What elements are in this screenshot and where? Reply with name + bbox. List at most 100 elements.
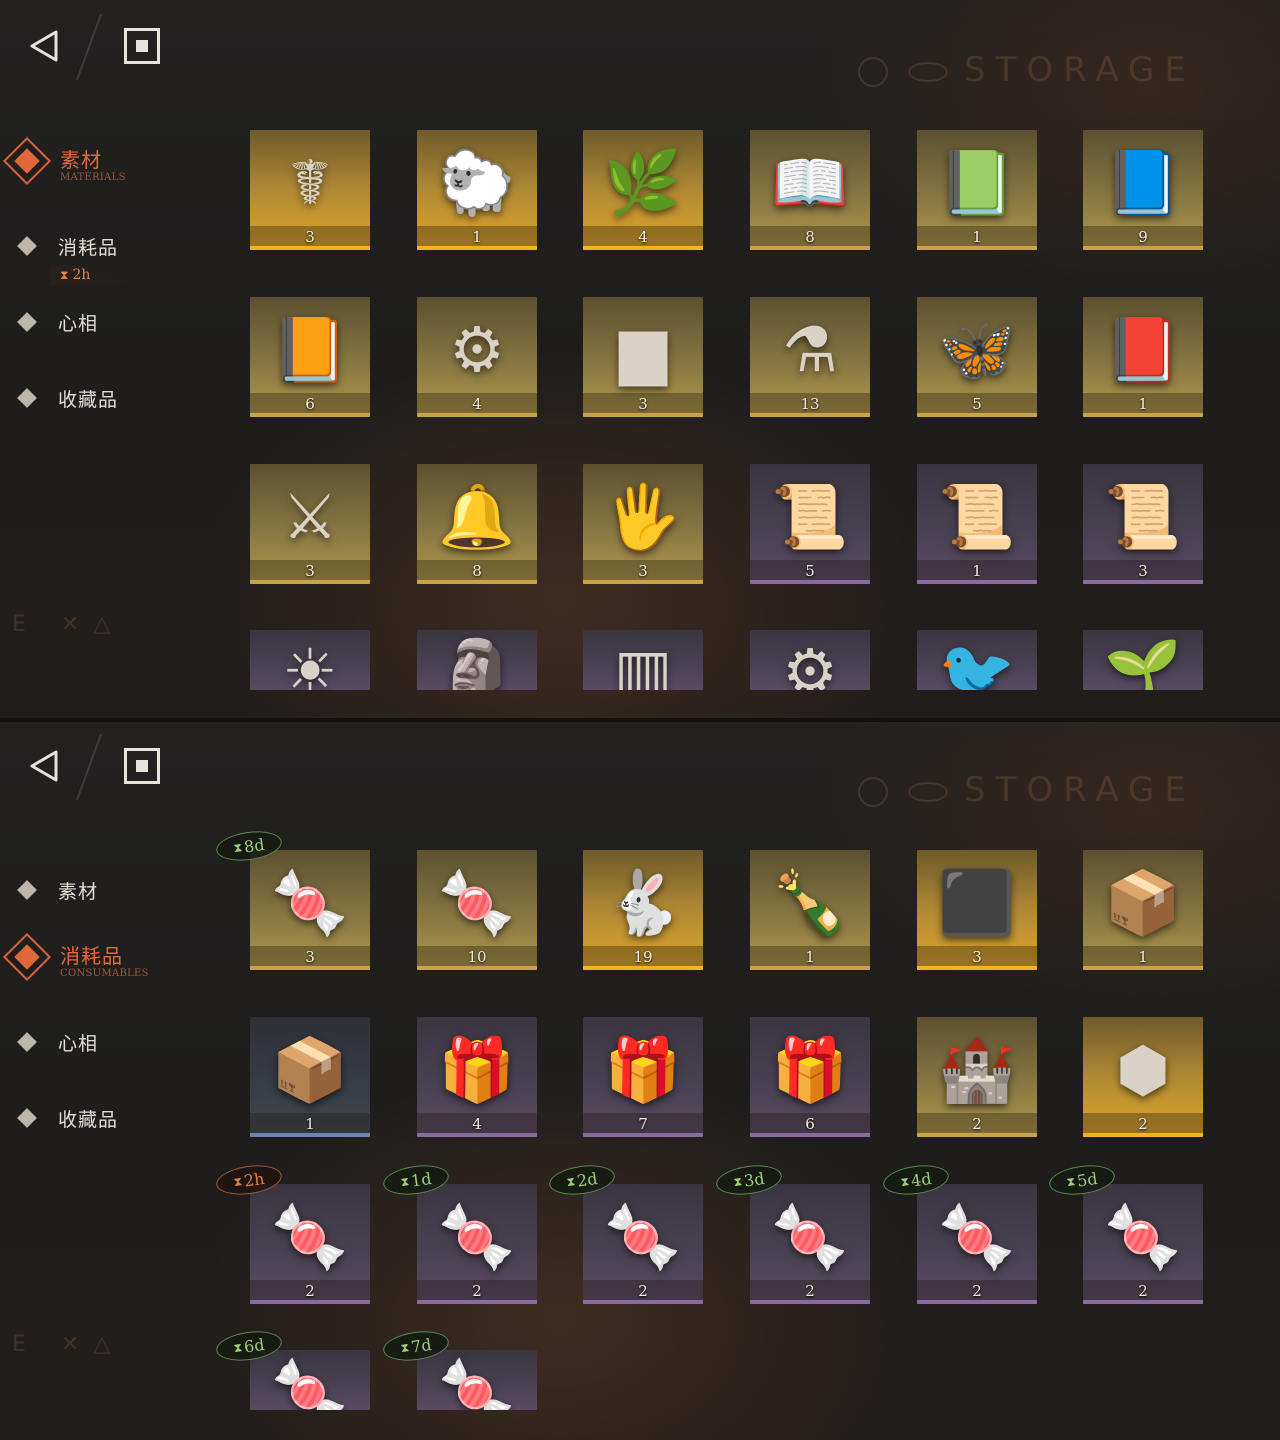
item-slot[interactable]: 📗 1 xyxy=(917,130,1037,250)
item-count: 9 xyxy=(1138,228,1148,246)
nav-tab-collection[interactable]: 收藏品 xyxy=(17,1098,118,1138)
rarity-bar xyxy=(1083,966,1203,970)
item-slot[interactable]: 🐇 19 xyxy=(583,850,703,970)
item-tile: 🐇 19 xyxy=(583,850,703,970)
item-slot[interactable]: 📖 8 xyxy=(750,130,870,250)
item-slot[interactable]: 🖐 3 xyxy=(583,464,703,584)
item-slot[interactable]: ☤ 3 xyxy=(250,130,370,250)
item-slot[interactable]: 📦 1 xyxy=(1083,850,1203,970)
item-slot[interactable]: 🌱 xyxy=(1083,630,1203,720)
book-green-gem-icon: 📗 xyxy=(938,145,1016,219)
nav-tab-consumables[interactable]: 消耗品 CONSUMABLES xyxy=(2,932,204,990)
item-slot[interactable]: 🍬 2 ⧗ 4d xyxy=(881,1161,1037,1304)
rarity-bar xyxy=(917,413,1037,417)
item-slot[interactable]: 🎁 6 xyxy=(750,1017,870,1137)
item-slot[interactable]: ⬢ 2 xyxy=(1083,1017,1203,1137)
item-slot[interactable]: 📜 3 xyxy=(1083,464,1203,584)
sun-icon xyxy=(858,56,888,87)
firefly-icon: 🦋 xyxy=(938,312,1016,386)
item-slot[interactable]: 🗿 xyxy=(417,630,537,720)
item-slot[interactable]: ▆ 3 xyxy=(583,297,703,417)
item-slot[interactable]: 🏰 2 xyxy=(917,1017,1037,1137)
nav-tab-consumables[interactable]: 消耗品 xyxy=(17,226,118,266)
item-tile: ⚗ 13 xyxy=(750,297,870,417)
category-nav: 素材 MATERIALS 消耗品 ⧗ 2h 心相 收藏品 xyxy=(0,0,230,720)
item-tile: 🍬 10 xyxy=(417,850,537,970)
nav-tab-materials[interactable]: 素材 MATERIALS xyxy=(2,136,204,194)
item-slot[interactable]: 🎁 4 xyxy=(417,1017,537,1137)
item-slot[interactable]: ☀ xyxy=(250,630,370,720)
item-slot[interactable]: 🍬 10 xyxy=(417,850,537,970)
item-slot[interactable]: ⚙ xyxy=(750,630,870,720)
astrolabe-icon: ⚙ xyxy=(449,312,505,386)
rarity-bar xyxy=(1083,580,1203,584)
candy-icon: 🍬 xyxy=(604,1199,682,1273)
item-slot[interactable]: 🐑 1 xyxy=(417,130,537,250)
item-slot[interactable]: ⚗ 13 xyxy=(750,297,870,417)
item-slot[interactable]: 🍬 2 ⧗ 2d xyxy=(547,1161,703,1304)
item-slot[interactable]: 📦 1 xyxy=(250,1017,370,1137)
item-slot[interactable]: ⚔ 3 xyxy=(250,464,370,584)
hourglass-icon: ⧗ xyxy=(1065,1173,1076,1189)
candy-icon: 🍬 xyxy=(771,1199,849,1273)
item-slot[interactable]: 📕 1 xyxy=(1083,297,1203,417)
item-slot[interactable]: 📜 1 xyxy=(917,464,1037,584)
parcel-icon: 🎁 xyxy=(604,1032,682,1106)
hourglass-icon: ⧗ xyxy=(399,1173,410,1189)
nav-tab-psychube[interactable]: 心相 xyxy=(17,302,98,342)
item-tile: 🍬 2 xyxy=(750,1184,870,1304)
expiry-timer-text: 1d xyxy=(409,1168,433,1191)
item-slot[interactable]: 🦋 5 xyxy=(917,297,1037,417)
item-slot[interactable]: 📘 9 xyxy=(1083,130,1203,250)
nav-tab-materials[interactable]: 素材 xyxy=(17,870,98,910)
item-slot[interactable]: 📜 5 xyxy=(750,464,870,584)
item-tile: ▥ xyxy=(583,630,703,690)
rarity-bar xyxy=(250,580,370,584)
scroll-red-icon: 📜 xyxy=(771,479,849,553)
item-slot[interactable]: 🍬 2 ⧗ 3d xyxy=(714,1161,870,1304)
item-slot[interactable]: 📙 6 xyxy=(250,297,370,417)
item-slot[interactable]: 🔔 8 xyxy=(417,464,537,584)
rarity-bar xyxy=(917,1300,1037,1304)
candy-icon: 🍬 xyxy=(1104,1199,1182,1273)
item-slot[interactable]: 🌿 4 xyxy=(583,130,703,250)
nav-tab-psychube[interactable]: 心相 xyxy=(17,1022,98,1062)
rarity-bar xyxy=(750,413,870,417)
item-count: 3 xyxy=(305,562,315,580)
rarity-bar xyxy=(917,580,1037,584)
candy-jar-icon: 🍬 xyxy=(271,865,349,939)
diamond-icon xyxy=(17,236,37,256)
item-count: 2 xyxy=(638,1282,648,1300)
rarity-bar xyxy=(417,580,537,584)
item-count: 1 xyxy=(472,228,482,246)
item-slot[interactable]: 🍬 ⧗ 6d xyxy=(214,1327,370,1440)
item-tile: 📦 1 xyxy=(1083,850,1203,970)
item-slot[interactable]: ⚙ 4 xyxy=(417,297,537,417)
item-tile: 📜 3 xyxy=(1083,464,1203,584)
rarity-bar xyxy=(417,1300,537,1304)
item-tile: 🍬 2 xyxy=(1083,1184,1203,1304)
item-slot[interactable]: 🍬 3 ⧗ 8d xyxy=(214,827,370,970)
item-slot[interactable]: ⬛ 3 xyxy=(917,850,1037,970)
stone-tablet-icon: 🗿 xyxy=(438,635,516,691)
expiry-timer-text: 7d xyxy=(409,1334,433,1357)
item-tile: ⚔ 3 xyxy=(250,464,370,584)
wooden-crate-icon: 📦 xyxy=(1104,865,1182,939)
item-slot[interactable]: ▥ xyxy=(583,630,703,720)
item-count: 3 xyxy=(972,948,982,966)
expiry-timer-text: 4d xyxy=(909,1168,933,1191)
item-tile: ⚙ xyxy=(750,630,870,690)
item-slot[interactable]: 🍬 ⧗ 7d xyxy=(381,1327,537,1440)
item-tile: 🗿 xyxy=(417,630,537,690)
item-slot[interactable]: 🎁 7 xyxy=(583,1017,703,1137)
rarity-bar xyxy=(250,1133,370,1137)
item-count: 3 xyxy=(1138,562,1148,580)
item-slot[interactable]: 🍬 2 ⧗ 2h xyxy=(214,1161,370,1304)
item-slot[interactable]: 🍬 2 ⧗ 1d xyxy=(381,1161,537,1304)
item-slot[interactable]: 🐦 xyxy=(917,630,1037,720)
rarity-bar xyxy=(250,413,370,417)
item-slot[interactable]: 🍾 1 xyxy=(750,850,870,970)
item-tile: 🎁 4 xyxy=(417,1017,537,1137)
nav-tab-collection[interactable]: 收藏品 xyxy=(17,378,118,418)
item-slot[interactable]: 🍬 2 ⧗ 5d xyxy=(1047,1161,1203,1304)
